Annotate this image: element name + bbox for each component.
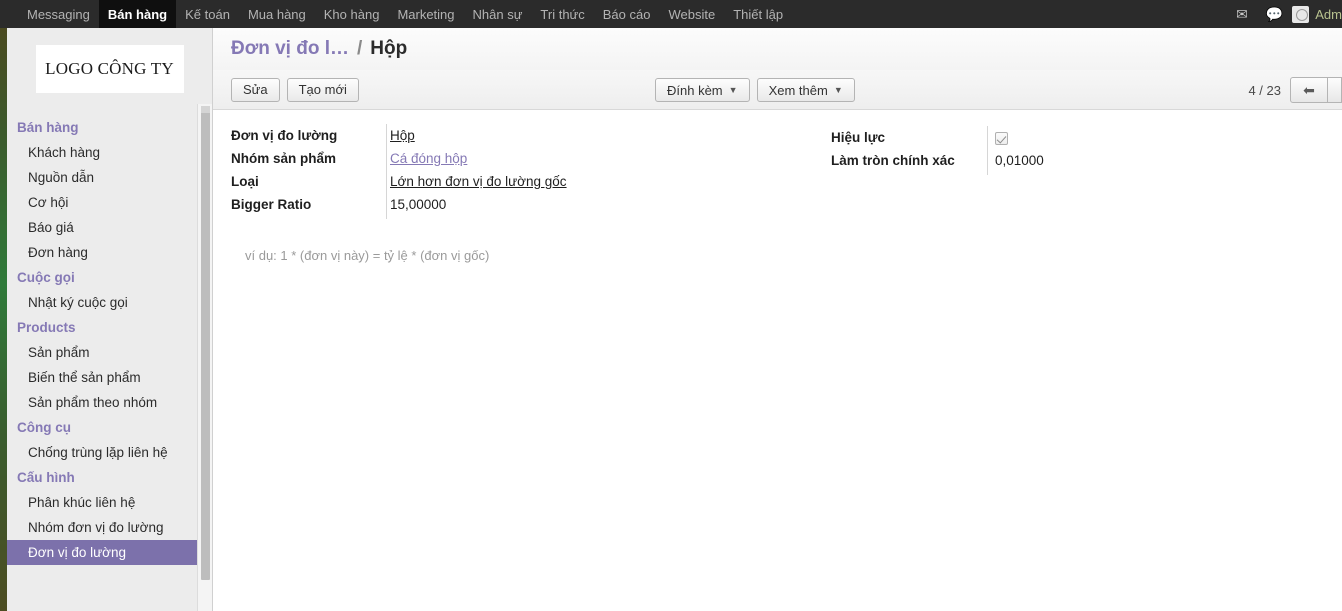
sidebar-item[interactable]: Sản phẩm bbox=[7, 340, 212, 365]
envelope-icon[interactable]: ✉ bbox=[1227, 0, 1257, 28]
field-label: Làm tròn chính xác bbox=[831, 153, 955, 168]
sidebar-group-heading: Công cụ bbox=[17, 420, 71, 435]
form-row: Hiệu lực bbox=[831, 126, 1191, 152]
nav-item-6[interactable]: Nhân sự bbox=[464, 0, 532, 28]
nav-item-8[interactable]: Báo cáo bbox=[594, 0, 660, 28]
sidebar-item[interactable]: Đơn vị đo lường bbox=[7, 540, 212, 565]
form-row: Bigger Ratio 15,00000 bbox=[231, 193, 651, 219]
nav-item-7[interactable]: Tri thức bbox=[531, 0, 593, 28]
more-dropdown-button[interactable]: Xem thêm ▼ bbox=[756, 78, 855, 102]
company-logo: LOGO CÔNG TY bbox=[35, 45, 184, 93]
field-label: Bigger Ratio bbox=[231, 197, 312, 212]
sidebar-group-heading: Cấu hình bbox=[17, 470, 75, 485]
sidebar-item[interactable]: Đơn hàng bbox=[7, 240, 212, 265]
chat-bubble-icon[interactable]: 💬 bbox=[1257, 0, 1292, 28]
sidebar-item[interactable]: Chống trùng lặp liên hệ bbox=[7, 440, 212, 465]
nav-item-10[interactable]: Thiết lập bbox=[724, 0, 792, 28]
chevron-down-icon: ▼ bbox=[728, 85, 738, 95]
field-value: 0,01000 bbox=[995, 153, 1044, 168]
sidebar-item[interactable]: Nhóm đơn vị đo lường bbox=[7, 515, 212, 540]
sidebar-item[interactable]: Phân khúc liên hệ bbox=[7, 490, 212, 515]
form-row: Đơn vị đo lường Hộp bbox=[231, 124, 651, 150]
sidebar-group-heading: Products bbox=[17, 320, 76, 335]
pager: 4 / 23 ⬅ bbox=[1248, 77, 1342, 103]
main-content: Đơn vị đo l… / Hộp Sửa Tạo mới Đính kèm … bbox=[212, 28, 1342, 611]
create-button[interactable]: Tạo mới bbox=[286, 77, 359, 102]
field-value[interactable]: Cá đóng hộp bbox=[376, 151, 467, 166]
nav-item-0[interactable]: Messaging bbox=[18, 0, 99, 28]
nav-item-3[interactable]: Mua hàng bbox=[239, 0, 315, 28]
pager-count: 4 / 23 bbox=[1248, 82, 1281, 98]
form-row: Loại Lớn hơn đơn vị đo lường gốc bbox=[231, 170, 651, 196]
sidebar-menu: Bán hàng Khách hàng Nguồn dẫn Cơ hội Báo giá… bbox=[7, 115, 212, 565]
sidebar-scrollbar[interactable] bbox=[197, 104, 212, 611]
breadcrumb-parent-link[interactable]: Đơn vị đo l… bbox=[231, 38, 349, 60]
form-left-column: Đơn vị đo lường Hộp Nhóm sản phẩm Cá đóng h… bbox=[231, 124, 651, 220]
active-checkbox[interactable] bbox=[995, 131, 1008, 145]
top-navigation-bar: Messaging Bán hàng Kế toán Mua hàng Kho hàng… bbox=[0, 0, 1342, 28]
breadcrumb-separator: / bbox=[357, 38, 363, 59]
nav-item-4[interactable]: Kho hàng bbox=[315, 0, 389, 28]
sidebar-item[interactable]: Khách hàng bbox=[7, 140, 212, 165]
form-right-column: Hiệu lực Làm tròn chính xác 0,01000 bbox=[831, 126, 1191, 176]
top-nav-items: Messaging Bán hàng Kế toán Mua hàng Kho hàng… bbox=[0, 0, 792, 28]
field-value: 15,00000 bbox=[390, 197, 447, 212]
sidebar-group-heading: Cuộc gọi bbox=[17, 270, 75, 285]
field-value bbox=[981, 130, 1008, 145]
sidebar-scrollbar-thumb[interactable] bbox=[201, 106, 210, 580]
logo-text: LOGO CÔNG TY bbox=[45, 59, 174, 78]
field-label: Loại bbox=[231, 174, 259, 189]
record-form: Đơn vị đo lường Hộp Nhóm sản phẩm Cá đóng h… bbox=[213, 110, 1342, 263]
form-row: Làm tròn chính xác 0,01000 bbox=[831, 149, 1191, 175]
more-label: Xem thêm bbox=[768, 82, 828, 98]
breadcrumb: Đơn vị đo l… / Hộp bbox=[213, 28, 1342, 70]
sidebar-item[interactable]: Nhật ký cuộc gọi bbox=[7, 290, 212, 315]
toolbar-center-group: Đính kèm ▼ Xem thêm ▼ bbox=[655, 78, 862, 102]
pager-next-button[interactable] bbox=[1328, 77, 1342, 103]
attachment-label: Đính kèm bbox=[667, 82, 723, 98]
edit-button[interactable]: Sửa bbox=[231, 77, 280, 102]
pager-previous-button[interactable]: ⬅ bbox=[1290, 77, 1328, 103]
sidebar-item[interactable]: Nguồn dẫn bbox=[7, 165, 212, 190]
form-row: Nhóm sản phẩm Cá đóng hộp bbox=[231, 147, 651, 173]
top-right-controls: ✉ 💬 Adm bbox=[1227, 0, 1342, 28]
field-label: Hiệu lực bbox=[831, 130, 886, 145]
ratio-helper-text: ví dụ: 1 * (đơn vị này) = tỷ lệ * (đơn v… bbox=[245, 248, 490, 263]
field-label: Đơn vị đo lường bbox=[231, 128, 338, 143]
nav-item-1[interactable]: Bán hàng bbox=[98, 0, 177, 28]
sidebar-item[interactable]: Sản phẩm theo nhóm bbox=[7, 390, 212, 415]
left-edge-accent-strip bbox=[0, 28, 7, 611]
sidebar-item[interactable]: Cơ hội bbox=[7, 190, 212, 215]
breadcrumb-current: Hộp bbox=[370, 38, 408, 59]
sidebar-item[interactable]: Biến thể sản phẩm bbox=[7, 365, 212, 390]
arrow-left-icon: ⬅ bbox=[1303, 81, 1315, 98]
user-avatar[interactable] bbox=[1292, 5, 1310, 23]
record-toolbar: Sửa Tạo mới Đính kèm ▼ Xem thêm ▼ 4 / 23… bbox=[213, 70, 1342, 110]
nav-item-9[interactable]: Website bbox=[659, 0, 724, 28]
chevron-down-icon: ▼ bbox=[833, 85, 843, 95]
field-value: Hộp bbox=[390, 128, 415, 143]
nav-item-2[interactable]: Kế toán bbox=[176, 0, 239, 28]
nav-item-5[interactable]: Marketing bbox=[388, 0, 463, 28]
field-label: Nhóm sản phẩm bbox=[231, 151, 337, 166]
attachment-dropdown-button[interactable]: Đính kèm ▼ bbox=[655, 78, 750, 102]
sidebar: LOGO CÔNG TY Bán hàng Khách hàng Nguồn dẫn… bbox=[7, 28, 212, 611]
username-label[interactable]: Adm bbox=[1315, 7, 1342, 22]
sidebar-group-heading: Bán hàng bbox=[17, 120, 79, 135]
sidebar-item[interactable]: Báo giá bbox=[7, 215, 212, 240]
field-value: Lớn hơn đơn vị đo lường gốc bbox=[390, 174, 567, 189]
